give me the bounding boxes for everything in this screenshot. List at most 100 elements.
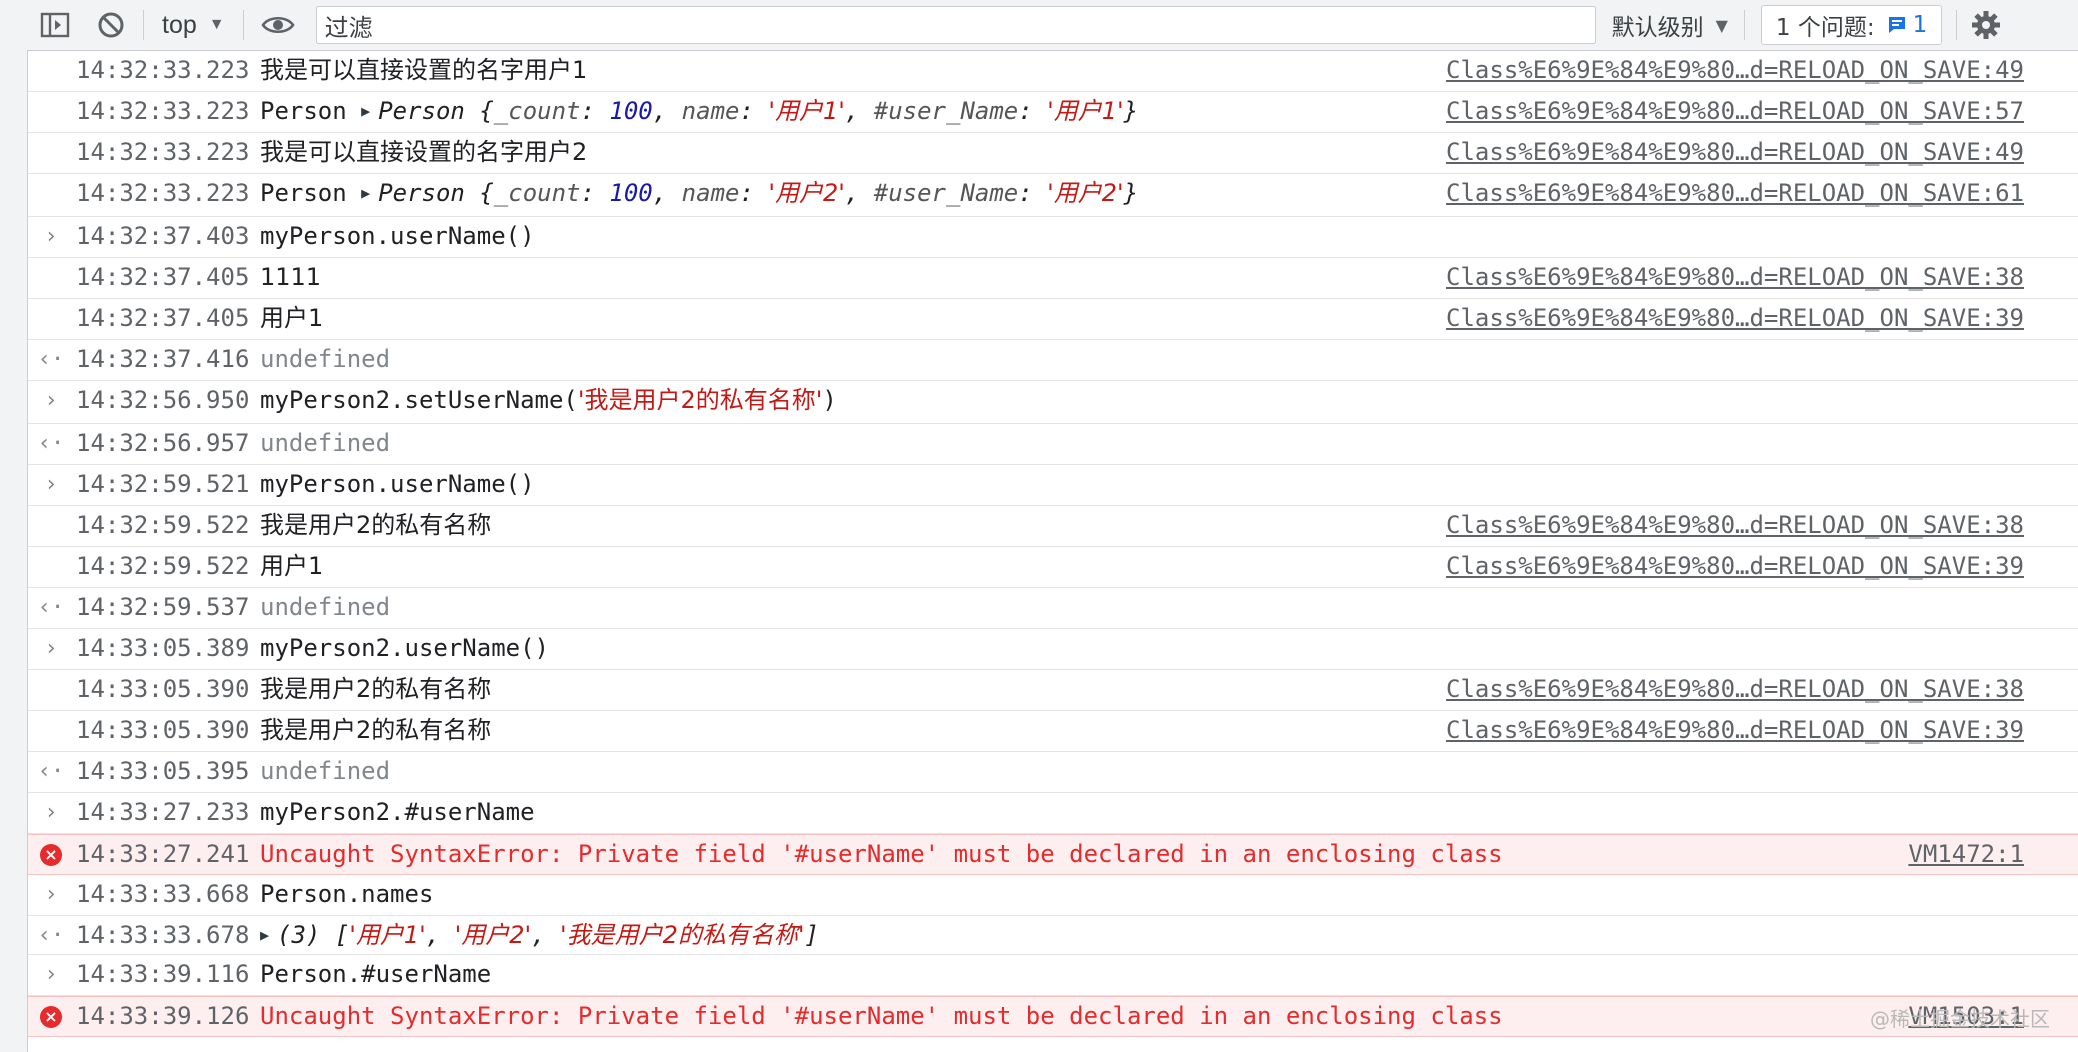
chevron-down-icon: ▼	[208, 16, 225, 33]
row-gutter: ›	[36, 629, 66, 669]
chevron-down-icon: ▼	[1715, 15, 1728, 35]
object-class: Person	[378, 179, 465, 207]
console-toolbar: top ▼ 过滤 默认级别 ▼ 1 个问题: 1	[27, 0, 2078, 51]
row-gutter: ‹·	[36, 752, 66, 792]
message-content: undefined	[260, 340, 390, 378]
message-content: myPerson.userName()	[260, 465, 535, 503]
error-message-row: × 14:33:27.241 Uncaught SyntaxError: Priva…	[28, 834, 2078, 875]
source-link[interactable]: Class%E6%9E%84%E9%80…d=RELOAD_ON_SAVE:49	[1446, 51, 2024, 89]
issues-button[interactable]: 1 个问题: 1	[1760, 5, 1943, 45]
source-link[interactable]: Class%E6%9E%84%E9%80…d=RELOAD_ON_SAVE:61	[1446, 174, 2024, 212]
row-gutter: ›	[36, 955, 66, 995]
log-text: 我是可以直接设置的名字用户2	[260, 138, 588, 166]
source-link[interactable]: Class%E6%9E%84%E9%80…d=RELOAD_ON_SAVE:38	[1446, 258, 2024, 296]
message-content: undefined	[260, 588, 390, 626]
context-label: top	[162, 10, 197, 39]
timestamp: 14:33:05.390	[76, 675, 250, 703]
source-link[interactable]: Class%E6%9E%84%E9%80…d=RELOAD_ON_SAVE:38	[1446, 670, 2024, 708]
row-gutter	[36, 258, 66, 298]
filter-input[interactable]: 过滤	[315, 6, 1596, 44]
timestamp: 14:32:59.537	[76, 593, 250, 621]
row-gutter: ‹·	[36, 588, 66, 628]
log-levels-dropdown[interactable]: 默认级别 ▼	[1596, 8, 1740, 42]
object-preview[interactable]: ▶ Person {_count: 100, name: '用户2', #user…	[361, 179, 1138, 207]
object-class: Person	[378, 97, 465, 125]
console-log-row: 14:33:05.390 我是用户2的私有名称 Class%E6%9E%84%E9%…	[28, 670, 2078, 711]
timestamp: 14:32:59.521	[76, 470, 250, 498]
context-selector[interactable]: top ▼	[148, 11, 239, 40]
console-log-row: ‹· 14:33:33.678 ▶ (3) ['用户1', '用户2', '我是用户2…	[28, 916, 2078, 955]
array-preview[interactable]: ▶ (3) ['用户1', '用户2', '我是用户2的私有名称']	[260, 921, 819, 949]
toolbar-divider	[143, 10, 144, 40]
object-label: Person	[260, 179, 347, 207]
name-value: '用户2'	[768, 179, 845, 207]
input-prompt-icon: ›	[44, 962, 58, 987]
array-item: '用户1'	[349, 921, 426, 949]
timestamp: 14:33:33.678	[76, 921, 250, 949]
timestamp: 14:33:27.233	[76, 798, 250, 826]
log-text: 用户1	[260, 304, 324, 332]
console-input-row: › 14:32:56.950 myPerson2.setUserName('我是用户…	[28, 381, 2078, 424]
user-name-value: '用户2'	[1047, 179, 1124, 207]
result-value: undefined	[260, 345, 391, 373]
log-text: 我是用户2的私有名称	[260, 511, 492, 539]
source-link[interactable]: VM1472:1	[1908, 835, 2024, 873]
source-link[interactable]: Class%E6%9E%84%E9%80…d=RELOAD_ON_SAVE:49	[1446, 133, 2024, 171]
log-text: 我是用户2的私有名称	[260, 675, 492, 703]
source-link[interactable]: Class%E6%9E%84%E9%80…d=RELOAD_ON_SAVE:38	[1446, 506, 2024, 544]
gear-icon	[1972, 11, 2001, 39]
timestamp: 14:32:56.950	[76, 386, 250, 414]
watermark: @稀土掘金技术社区	[1870, 1007, 2050, 1031]
message-content: 用户1	[260, 299, 323, 337]
result-arrow-icon: ‹·	[37, 347, 65, 372]
input-prompt-icon: ›	[44, 472, 58, 497]
source-link[interactable]: Class%E6%9E%84%E9%80…d=RELOAD_ON_SAVE:39	[1446, 711, 2024, 749]
expand-triangle-icon[interactable]: ▶	[361, 184, 370, 202]
timestamp: 14:32:33.223	[76, 179, 250, 207]
timestamp: 14:32:33.223	[76, 56, 250, 84]
expand-triangle-icon[interactable]: ▶	[361, 102, 370, 120]
timestamp: 14:32:37.403	[76, 222, 250, 250]
user-name-value: '用户1'	[1047, 97, 1124, 125]
message-content: myPerson2.userName()	[260, 629, 549, 667]
input-prompt-icon: ›	[44, 224, 58, 249]
toggle-sidebar-button[interactable]	[27, 0, 83, 51]
log-text: 1111	[260, 263, 322, 291]
timestamp: 14:32:33.223	[76, 97, 250, 125]
live-expression-button[interactable]	[248, 0, 308, 51]
source-link[interactable]: Class%E6%9E%84%E9%80…d=RELOAD_ON_SAVE:39	[1446, 547, 2024, 585]
source-link[interactable]: Class%E6%9E%84%E9%80…d=RELOAD_ON_SAVE:39	[1446, 299, 2024, 337]
console-settings-button[interactable]	[1961, 0, 2011, 51]
console-input-row: › 14:32:37.403 myPerson.userName()	[28, 217, 2078, 258]
message-content: 我是可以直接设置的名字用户1	[260, 51, 587, 89]
expand-triangle-icon[interactable]: ▶	[260, 926, 269, 944]
console-log-row: 14:32:37.405 用户1 Class%E6%9E%84%E9%80…d=RE…	[28, 299, 2078, 340]
console-log-row: 14:33:05.390 我是用户2的私有名称 Class%E6%9E%84%E9%…	[28, 711, 2078, 752]
message-content: ▶ (3) ['用户1', '用户2', '我是用户2的私有名称']	[260, 916, 819, 957]
row-gutter: ›	[36, 465, 66, 505]
error-text: Uncaught SyntaxError: Private field '#us…	[260, 840, 1503, 868]
eye-icon	[261, 16, 295, 34]
object-preview[interactable]: ▶ Person {_count: 100, name: '用户1', #user…	[361, 97, 1138, 125]
console-input-row: › 14:33:39.116 Person.#userName	[28, 955, 2078, 996]
result-arrow-icon: ‹·	[37, 595, 65, 620]
input-string-arg: '我是用户2的私有名称'	[577, 386, 823, 414]
row-gutter: ›	[36, 875, 66, 915]
issues-count: 1	[1912, 12, 1928, 38]
issues-label: 1 个问题:	[1775, 15, 1875, 41]
input-prompt-icon: ›	[44, 388, 58, 413]
message-content: undefined	[260, 752, 390, 790]
row-gutter	[36, 711, 66, 751]
toolbar-divider	[1956, 10, 1958, 40]
console-log-row: 14:32:59.522 用户1 Class%E6%9E%84%E9%80…d=RE…	[28, 547, 2078, 588]
row-gutter: ×	[36, 835, 66, 875]
message-content: 我是用户2的私有名称	[260, 711, 491, 749]
message-content: Person.#userName	[260, 955, 491, 993]
log-text: 我是用户2的私有名称	[260, 716, 492, 744]
error-message-row: × 14:33:39.126 Uncaught SyntaxError: Priva…	[28, 996, 2078, 1037]
clear-console-button[interactable]	[83, 0, 139, 51]
console-log-row: 14:32:33.223 Person ▶ Person {_count: 100,…	[28, 174, 2078, 217]
source-link[interactable]: Class%E6%9E%84%E9%80…d=RELOAD_ON_SAVE:57	[1446, 92, 2024, 130]
console-result-row: ‹· 14:33:05.395 undefined	[28, 752, 2078, 793]
left-panel-edge	[0, 0, 28, 1052]
